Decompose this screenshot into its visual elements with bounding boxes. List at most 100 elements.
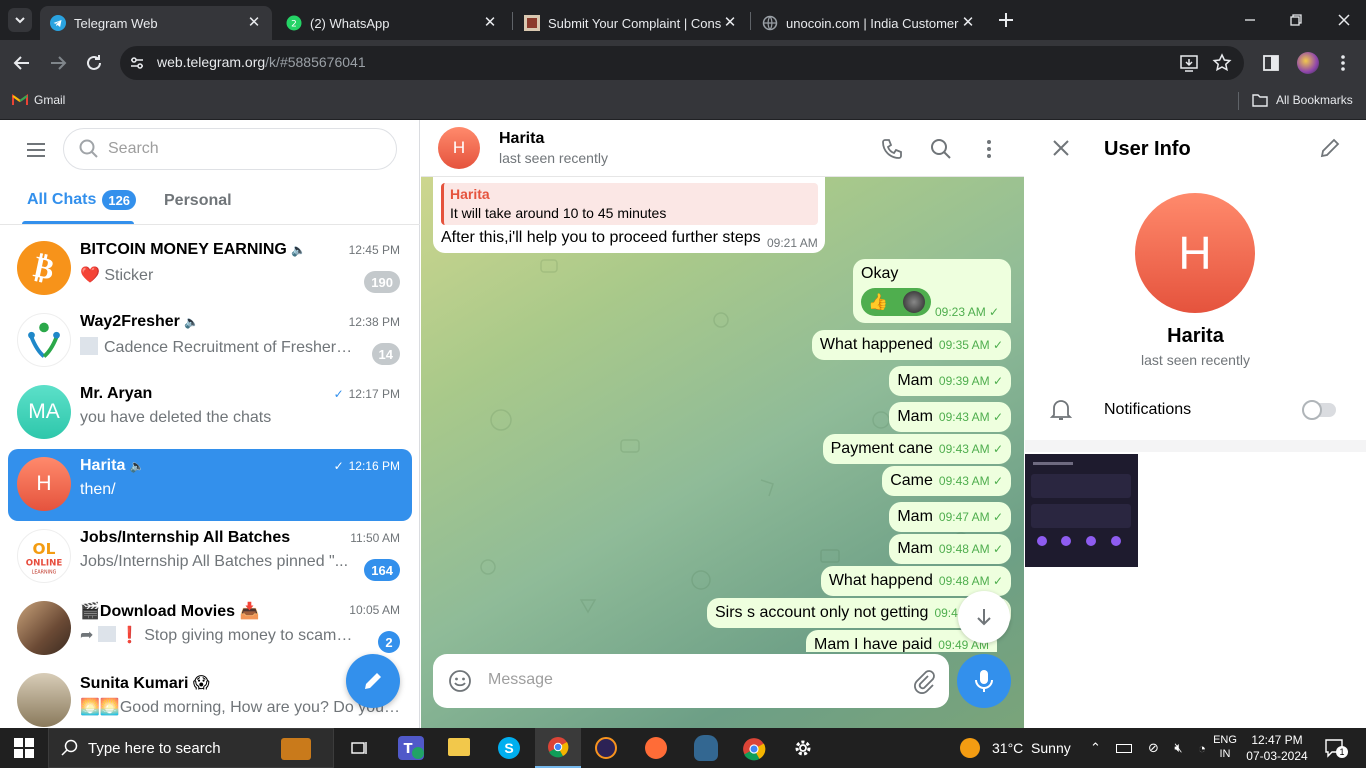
mic-muted-icon: ⊘ [1147,740,1159,755]
search-input[interactable]: Search [63,128,397,170]
tab-all-chats[interactable]: All Chats 126 [27,190,137,210]
browser-tab-unocoin[interactable]: unocoin.com | India Customer C ✕ [752,6,986,40]
message-time-text: 09:48 AM [938,542,990,556]
unread-badge: 164 [364,559,400,581]
side-panel-button[interactable] [1260,52,1282,74]
message-time-text: 09:43 AM [938,410,990,424]
reply-quote[interactable]: Harita It will take around 10 to 45 minu… [441,183,818,225]
weather-widget[interactable]: 31°C Sunny [960,737,1071,759]
message-incoming[interactable]: Harita It will take around 10 to 45 minu… [433,177,825,253]
attach-icon[interactable] [910,668,936,694]
reload-button[interactable] [82,51,106,75]
settings-icon[interactable] [792,737,814,759]
install-app-button[interactable] [1178,52,1200,74]
reaction-emoji: 👍 [868,294,888,311]
chevron-up-icon[interactable]: ⌃ [1090,740,1101,756]
message-outgoing[interactable]: Okay 👍 09:23 AM ✓ [853,259,1011,323]
language-indicator[interactable]: ENG IN [1212,733,1238,761]
message-outgoing[interactable]: Mam 09:47 AM ✓ [889,502,1011,532]
chat-item-jobs-internship[interactable]: OL ONLINE LEARNING Jobs/Internship All Bat… [8,521,412,593]
message-outgoing[interactable]: Mam 09:43 AM ✓ [889,402,1011,432]
read-check-icon: ✓ [989,305,1000,319]
close-tab-icon[interactable]: ✕ [960,15,976,31]
bookmark-star-button[interactable] [1211,52,1233,74]
postgres-icon[interactable] [694,735,718,761]
bookmark-label: Gmail [34,93,66,107]
bookmarks-bar [0,86,1366,120]
back-button[interactable] [10,51,34,75]
new-message-button[interactable] [346,654,400,708]
clock[interactable]: 12:47 PM 07-03-2024 [1244,732,1310,764]
message-outgoing[interactable]: Came 09:43 AM ✓ [882,466,1011,496]
clock-time: 12:47 PM [1251,733,1303,747]
message-input-placeholder[interactable]: Message [488,671,553,689]
chat-header[interactable]: H Harita last seen recently [421,120,1024,177]
message-outgoing[interactable]: Payment cane 09:43 AM ✓ [822,434,1011,464]
bookmark-label: All Bookmarks [1276,93,1353,107]
thumb-dot [1037,536,1047,546]
chrome-profile-taskbar-icon[interactable] [742,737,766,761]
teams-icon[interactable]: T [398,736,424,760]
sent-check-icon: ✓ [333,459,344,473]
avatar: ₿ [17,241,71,295]
close-info-button[interactable] [1049,136,1073,160]
chat-avatar[interactable]: H [438,127,480,169]
new-tab-button[interactable] [994,8,1018,32]
system-tray[interactable]: ⌃ ⊘ 🔇︎ ◔ [1090,738,1206,758]
chat-item-harita[interactable]: H Harita 🔈 ✓ 12:16 PM then/ [8,449,412,521]
message-time: 09:4 [934,606,958,620]
profile-avatar[interactable] [1297,52,1319,74]
avatar [17,673,71,727]
call-button[interactable] [879,136,905,162]
emoji-icon[interactable] [447,668,473,694]
message-outgoing[interactable]: What happened 09:35 AM ✓ [811,330,1011,360]
browser-menu-button[interactable] [1332,52,1354,74]
forward-icon: ➦ [80,627,94,644]
chat-menu-button[interactable] [976,136,1002,162]
search-chat-button[interactable] [928,136,954,162]
skype-icon[interactable]: S [498,737,520,759]
eclipse-icon[interactable] [595,737,617,759]
browser-tab-whatsapp[interactable]: 2 (2) WhatsApp ✕ [276,6,508,40]
forward-button[interactable] [46,51,70,75]
reaction-chip[interactable]: 👍 [861,288,931,316]
main-menu-button[interactable] [24,138,48,162]
profile-avatar-large[interactable]: H [1135,193,1255,313]
site-info-button[interactable] [126,52,148,74]
notification-center-button[interactable]: 1 [1324,738,1348,758]
start-button[interactable] [14,738,34,758]
edit-contact-button[interactable] [1318,136,1342,160]
minimize-window-button[interactable] [1238,8,1262,32]
message-outgoing[interactable]: Mam 09:48 AM ✓ [889,534,1011,564]
task-view-icon[interactable] [350,738,370,758]
message-time: 09:35 AM ✓ [938,338,1003,352]
chat-item-way2fresher[interactable]: Way2Fresher 🔈 12:38 PM Cadence Recruitme… [8,305,412,377]
chat-item-bitcoin[interactable]: ₿ BITCOIN MONEY EARNING 🔈 12:45 PM ❤️ St… [8,233,412,305]
bookmark-gmail[interactable]: Gmail [12,92,65,108]
tab-search-button[interactable] [8,8,32,32]
browser-tab-complaint[interactable]: Submit Your Complaint | Consu ✕ [514,6,748,40]
notifications-row[interactable]: Notifications [1025,390,1366,430]
shared-media-thumbnail[interactable] [1025,454,1138,567]
scroll-to-bottom-button[interactable] [958,591,1010,643]
message-composer[interactable]: Message [433,654,949,708]
file-explorer-icon[interactable] [448,738,470,756]
chat-item-mr-aryan[interactable]: MA Mr. Aryan ✓ 12:17 PM you have deleted … [8,377,412,449]
taskbar-search-input[interactable]: Type here to search [48,728,334,768]
all-bookmarks-button[interactable]: All Bookmarks [1252,92,1353,108]
browser-tab-telegram[interactable]: Telegram Web ✕ [40,6,272,40]
close-tab-icon[interactable]: ✕ [482,15,498,31]
restore-window-button[interactable] [1284,8,1308,32]
chat-item-download-movies[interactable]: 🎬Download Movies 📥 10:05 AM ➦ ❗ Stop giv… [8,593,412,665]
close-tab-icon[interactable]: ✕ [246,15,262,31]
close-window-button[interactable] [1332,8,1356,32]
voice-record-button[interactable] [957,654,1011,708]
tab-personal[interactable]: Personal [164,192,232,210]
thumb-dot [1086,536,1096,546]
notifications-toggle[interactable] [1302,400,1336,420]
message-outgoing[interactable]: Mam 09:39 AM ✓ [889,366,1011,396]
url-text[interactable]: web.telegram.org/k/#5885676041 [157,54,366,70]
chrome-taskbar-button[interactable] [535,728,581,768]
close-tab-icon[interactable]: ✕ [722,15,738,31]
postman-icon[interactable] [645,737,667,759]
